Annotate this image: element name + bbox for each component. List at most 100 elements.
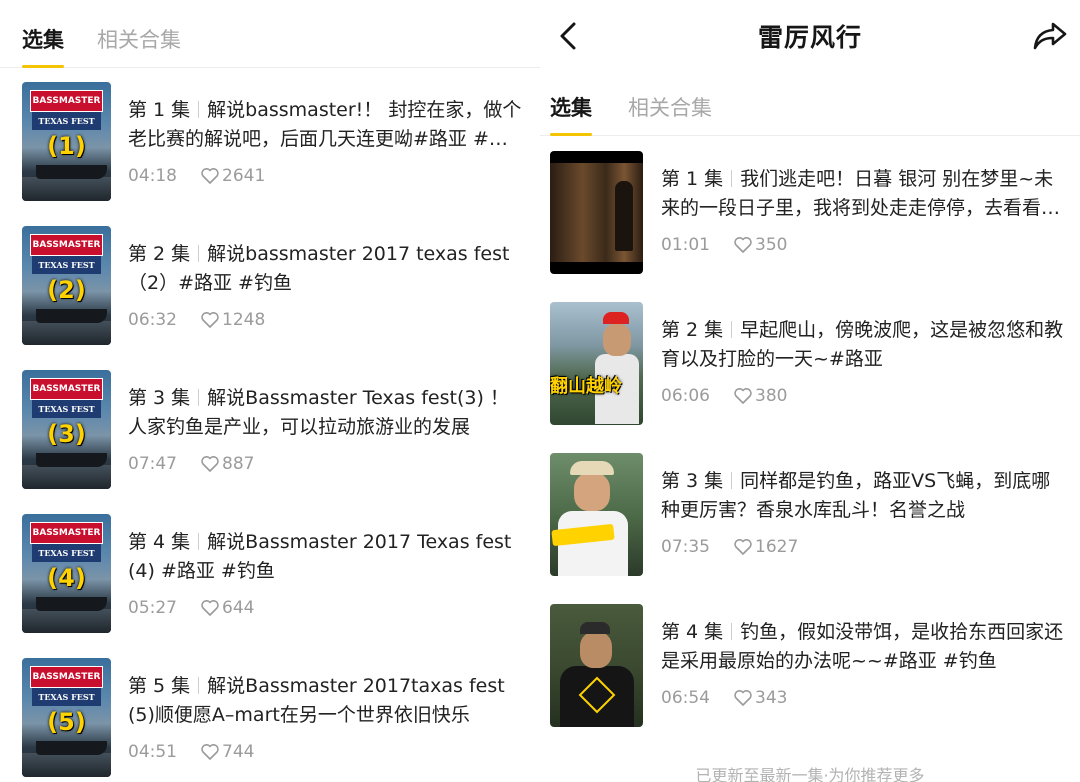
like-count-value: 1627 xyxy=(755,537,799,557)
like-count[interactable]: 644 xyxy=(201,598,254,618)
episode-title: 第 5 集解说Bassmaster 2017taxas fest(5)顺便愿A–… xyxy=(128,672,526,730)
tab-label: 相关合集 xyxy=(628,96,712,120)
like-count-value: 380 xyxy=(755,386,788,406)
episode-duration: 06:54 xyxy=(661,688,710,708)
divider xyxy=(198,677,200,694)
boat-image xyxy=(36,309,107,323)
like-count-value: 350 xyxy=(755,235,788,255)
divider xyxy=(731,170,733,187)
divider xyxy=(198,389,200,406)
episode-duration: 06:32 xyxy=(128,310,177,330)
episode-duration: 07:47 xyxy=(128,454,177,474)
thumbnail-subtitle: TEXAS FEST xyxy=(32,112,101,130)
divider xyxy=(198,533,200,550)
episode-number: 第 3 集 xyxy=(128,387,191,409)
like-count[interactable]: 887 xyxy=(201,454,254,474)
heart-icon xyxy=(201,168,219,184)
thumbnail-number: (1) xyxy=(47,132,86,160)
episode-thumbnail xyxy=(550,453,643,576)
thumbnail-logo: BASSMASTER xyxy=(30,234,103,256)
tab-indicator xyxy=(22,65,64,68)
thumbnail-logo: BASSMASTER xyxy=(30,522,103,544)
like-count[interactable]: 343 xyxy=(734,688,787,708)
thumbnail-number: (2) xyxy=(47,276,86,304)
share-arrow-icon xyxy=(1033,22,1067,50)
like-count[interactable]: 380 xyxy=(734,386,787,406)
like-count[interactable]: 350 xyxy=(734,235,787,255)
episode-number: 第 2 集 xyxy=(661,319,724,341)
like-count[interactable]: 744 xyxy=(201,742,254,762)
divider xyxy=(731,472,733,489)
episode-duration: 06:06 xyxy=(661,386,710,406)
divider xyxy=(198,101,200,118)
like-count-value: 1248 xyxy=(222,310,266,330)
like-count-value: 744 xyxy=(222,742,255,762)
episode-thumbnail xyxy=(550,151,643,274)
like-count-value: 644 xyxy=(222,598,255,618)
like-count-value: 343 xyxy=(755,688,788,708)
episode-number: 第 3 集 xyxy=(661,470,724,492)
like-count[interactable]: 1248 xyxy=(201,310,265,330)
divider xyxy=(731,321,733,338)
episode-title: 第 4 集解说Bassmaster 2017 Texas fest(4) #路亚… xyxy=(128,528,526,586)
like-count[interactable]: 2641 xyxy=(201,166,265,186)
right-panel: 雷厉风行 选集 相关合集 第 1 集我们逃走吧！日暮 银河 别在梦里~未来的一段… xyxy=(540,0,1080,782)
header-bar: 雷厉风行 xyxy=(540,0,1080,72)
episode-thumbnail: BASSMASTER TEXAS FEST (2) xyxy=(22,226,111,345)
thumbnail-number: (5) xyxy=(47,708,86,736)
tab-episodes[interactable]: 选集 xyxy=(550,92,592,136)
thumbnail-number: (4) xyxy=(47,564,86,592)
episode-number: 第 2 集 xyxy=(128,243,191,265)
episode-thumbnail: BASSMASTER TEXAS FEST (4) xyxy=(22,514,111,633)
heart-icon xyxy=(201,456,219,472)
thumbnail-logo: BASSMASTER xyxy=(30,378,103,400)
heart-icon xyxy=(734,539,752,555)
tab-episodes[interactable]: 选集 xyxy=(22,24,64,68)
thumbnail-subtitle: TEXAS FEST xyxy=(32,688,101,706)
heart-icon xyxy=(734,690,752,706)
episode-number: 第 4 集 xyxy=(661,621,724,643)
tab-related-collections[interactable]: 相关合集 xyxy=(97,24,181,54)
page-title: 雷厉风行 xyxy=(757,23,862,52)
heart-icon xyxy=(201,744,219,760)
episode-title: 第 2 集早起爬山，傍晚波爬，这是被忽悠和教育以及打脸的一天~#路亚 xyxy=(661,316,1066,374)
boat-image xyxy=(36,165,107,179)
like-count[interactable]: 1627 xyxy=(734,537,798,557)
tab-bar: 选集 相关合集 xyxy=(540,68,1080,136)
episode-title: 第 3 集解说Bassmaster Texas fest(3) ！人家钓鱼是产业… xyxy=(128,384,526,442)
episode-number: 第 1 集 xyxy=(128,99,191,121)
boat-image xyxy=(36,741,107,755)
episode-title: 第 1 集解说bassmaster!！ 封控在家，做个老比赛的解说吧，后面几天连… xyxy=(128,96,526,154)
thumbnail-number: (3) xyxy=(47,420,86,448)
tab-bar: 选集 相关合集 xyxy=(0,0,540,68)
boat-image xyxy=(36,597,107,611)
tab-indicator xyxy=(550,133,592,136)
end-of-list-note: 已更新至最新一集·为你推荐更多 xyxy=(695,766,925,782)
episode-title: 第 2 集解说bassmaster 2017 texas fest（2）#路亚 … xyxy=(128,240,526,298)
heart-icon xyxy=(734,237,752,253)
share-button[interactable] xyxy=(1028,16,1072,56)
left-panel: 选集 相关合集 BASSMASTER TEXAS FEST (1) 第 1 集解… xyxy=(0,0,540,782)
episode-title: 第 4 集钓鱼，假如没带饵，是收拾东西回家还是采用最原始的办法呢~~#路亚 #钓… xyxy=(661,618,1066,676)
thumbnail-subtitle: TEXAS FEST xyxy=(32,256,101,274)
episode-number: 第 5 集 xyxy=(128,675,191,697)
episode-thumbnail: BASSMASTER TEXAS FEST (5) xyxy=(22,658,111,777)
boat-image xyxy=(36,453,107,467)
person-silhouette xyxy=(615,181,633,251)
episode-thumbnail: 翻山越岭 xyxy=(550,302,643,425)
heart-icon xyxy=(734,388,752,404)
thumbnail-caption: 翻山越岭 xyxy=(550,376,622,397)
thumbnail-logo: BASSMASTER xyxy=(30,666,103,688)
like-count-value: 2641 xyxy=(222,166,266,186)
episode-duration: 07:35 xyxy=(661,537,710,557)
like-count-value: 887 xyxy=(222,454,255,474)
divider xyxy=(198,245,200,262)
episode-thumbnail xyxy=(550,604,643,727)
episode-duration: 04:18 xyxy=(128,166,177,186)
heart-icon xyxy=(201,312,219,328)
tab-label: 选集 xyxy=(22,28,64,52)
episode-number: 第 4 集 xyxy=(128,531,191,553)
tab-related-collections[interactable]: 相关合集 xyxy=(628,92,712,122)
episode-duration: 04:51 xyxy=(128,742,177,762)
episode-title: 第 3 集同样都是钓鱼，路亚VS飞蝇，到底哪种更厉害？香泉水库乱斗！名誉之战 xyxy=(661,467,1066,525)
